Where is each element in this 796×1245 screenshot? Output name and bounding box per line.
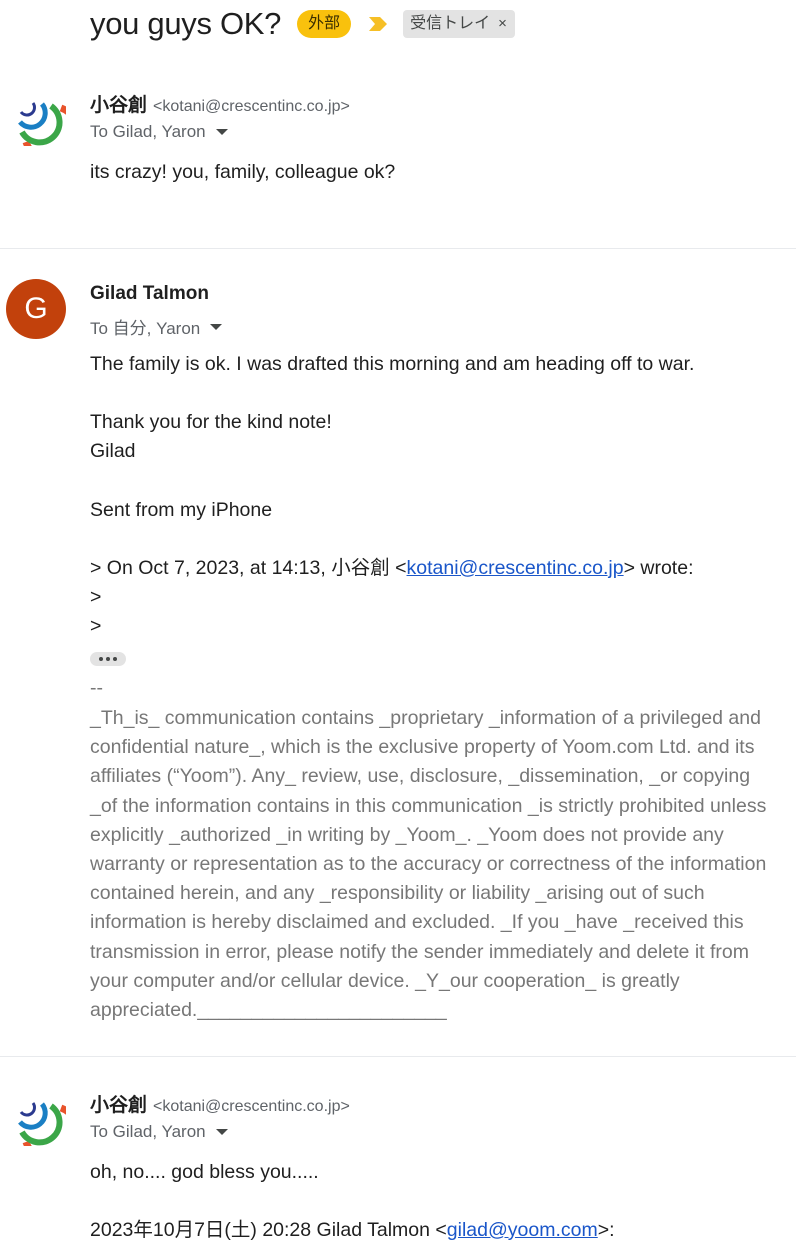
chevron-down-icon[interactable] (215, 129, 228, 135)
recipients-toggle[interactable]: To Gilad, Yaron (90, 1122, 228, 1142)
quoted-email-link[interactable]: gilad@yoom.com (447, 1219, 598, 1241)
chevron-down-icon[interactable] (210, 323, 223, 330)
sender-line: 小谷創 <kotani@crescentinc.co.jp> (90, 1090, 350, 1117)
body-line: Gilad (90, 440, 136, 462)
recipients-text: To Gilad, Yaron (90, 1122, 206, 1141)
sender-email: <kotani@crescentinc.co.jp> (153, 98, 350, 115)
message-body: its crazy! you, family, colleague ok? (90, 161, 396, 183)
recipients-text: To 自分, Yaron (90, 319, 201, 338)
quote-line: > (90, 615, 102, 637)
signature-disclaimer: _Th_is_ communication contains _propriet… (90, 707, 767, 1022)
quoted-email-link[interactable]: kotani@crescentinc.co.jp (407, 557, 624, 579)
subject-row: you guys OK? 外部 受信トレイ × (90, 0, 515, 48)
recipients-text: To Gilad, Yaron (90, 122, 206, 141)
quote-line: > (90, 586, 102, 608)
dot-icon (106, 657, 110, 661)
signature-dash: -- (90, 677, 103, 699)
remove-label-icon[interactable]: × (498, 12, 507, 36)
quote-header: > On Oct 7, 2023, at 14:13, 小谷創 <kotani@… (90, 554, 694, 583)
body-line: Thank you for the kind note! (90, 411, 332, 433)
inbox-label-text: 受信トレイ (410, 15, 491, 32)
sender-avatar-logo-icon[interactable] (6, 86, 66, 146)
quote-prefix: 2023年10月7日(土) 20:28 Gilad Talmon < (90, 1219, 447, 1241)
importance-marker-icon[interactable] (367, 15, 389, 33)
body-line: The family is ok. I was drafted this mor… (90, 353, 695, 375)
sender-avatar-logo-icon[interactable] (6, 1086, 66, 1146)
quote-suffix: > wrote: (623, 557, 694, 579)
message-body: oh, no.... god bless you..... (90, 1161, 319, 1183)
sender-name[interactable]: 小谷創 (90, 95, 147, 116)
avatar[interactable]: G (6, 279, 66, 339)
message-divider (0, 1056, 796, 1057)
dot-icon (99, 657, 103, 661)
recipients-toggle[interactable]: To Gilad, Yaron (90, 122, 228, 142)
quote-suffix: >: (597, 1219, 615, 1241)
body-line: Sent from my iPhone (90, 499, 273, 521)
sender-name[interactable]: Gilad Talmon (90, 283, 209, 304)
inbox-label[interactable]: 受信トレイ × (403, 10, 515, 38)
quote-prefix: > On Oct 7, 2023, at 14:13, 小谷創 < (90, 557, 407, 579)
message-divider (0, 248, 796, 249)
dot-icon (113, 657, 117, 661)
sender-line: Gilad Talmon (90, 283, 209, 305)
external-label[interactable]: 外部 (297, 10, 352, 38)
recipients-toggle[interactable]: To 自分, Yaron (90, 314, 223, 339)
sender-name[interactable]: 小谷創 (90, 1095, 147, 1116)
sender-email: <kotani@crescentinc.co.jp> (153, 1098, 350, 1115)
thread-subject: you guys OK? (90, 6, 282, 41)
show-trimmed-content-button[interactable] (90, 652, 126, 666)
sender-line: 小谷創 <kotani@crescentinc.co.jp> (90, 90, 350, 117)
chevron-down-icon[interactable] (215, 1129, 228, 1135)
